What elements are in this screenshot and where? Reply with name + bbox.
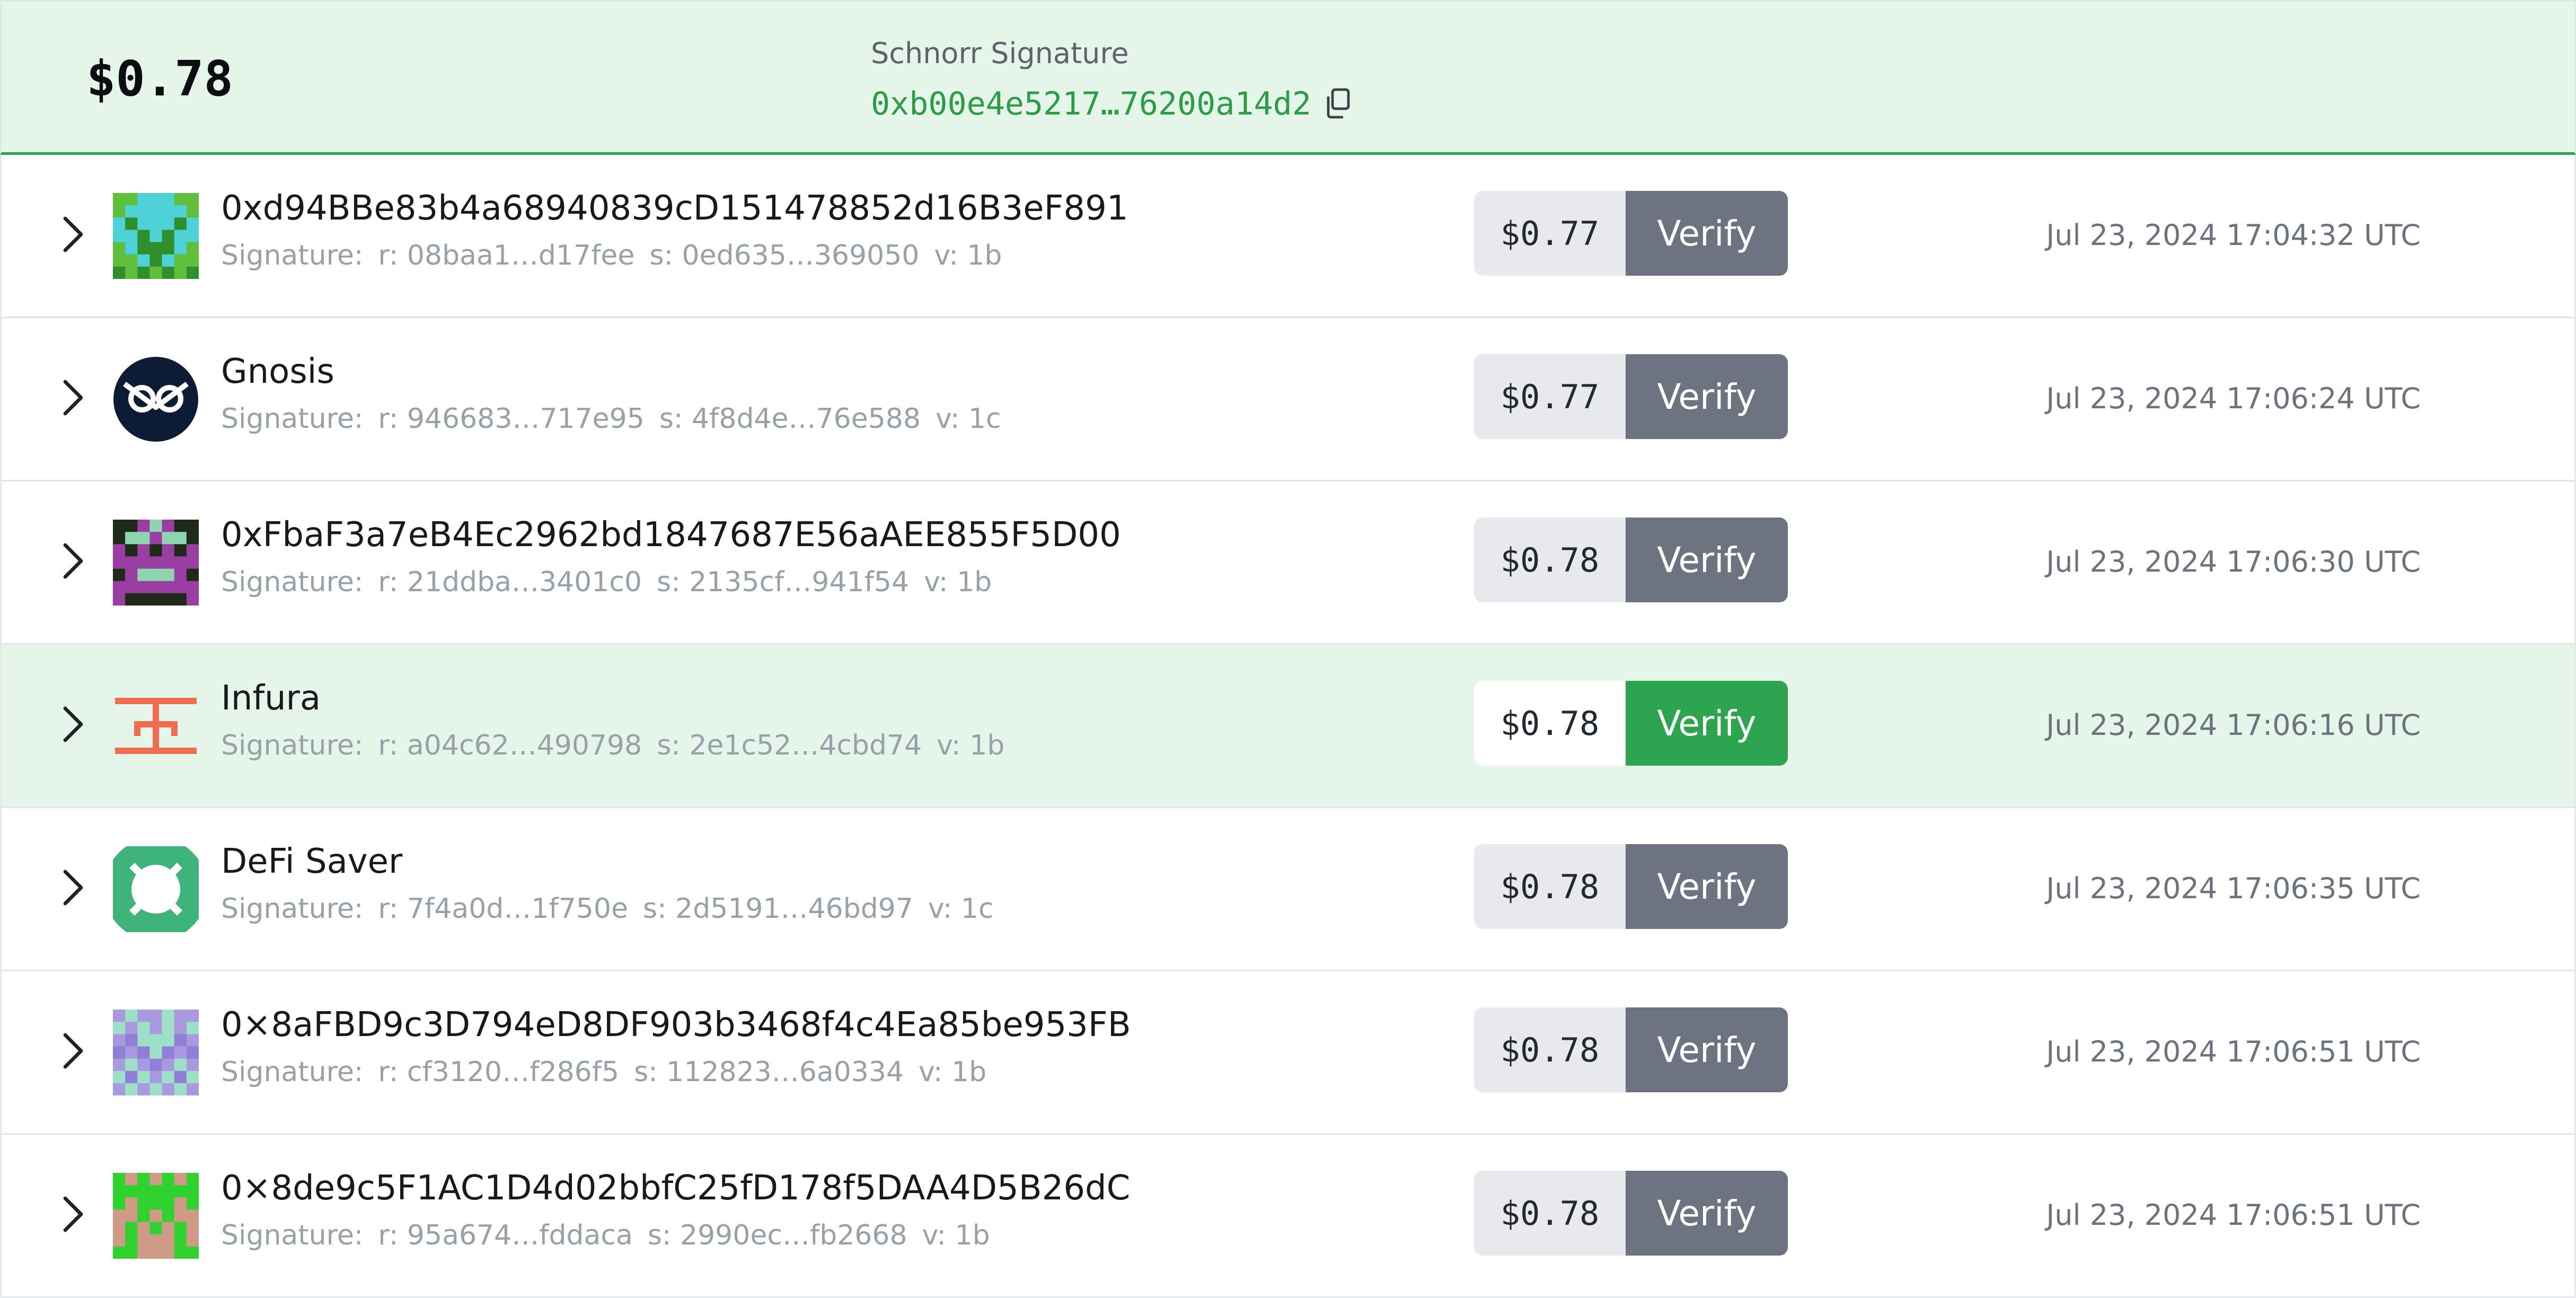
- verify-button[interactable]: Verify: [1626, 681, 1788, 766]
- aggregate-price: $0.78: [86, 50, 233, 107]
- chevron-right-icon[interactable]: [60, 214, 86, 255]
- signature-detail: Signature: r: cf3120…f286f5 s: 112823…6a03…: [221, 1056, 1001, 1088]
- signature-prefix: Signature:: [221, 403, 364, 435]
- signature-prefix: Signature:: [221, 566, 364, 598]
- schnorr-signature-value: 0xb00e4e5217…76200a14d2: [871, 85, 1311, 122]
- signature-r: r: 21ddba…3401c0: [378, 566, 642, 598]
- signature-timestamp: Jul 23, 2024 17:06:30 UTC: [2046, 545, 2421, 578]
- signature-prefix: Signature:: [221, 1220, 364, 1251]
- aggregate-header: $0.78 Schnorr Signature 0xb00e4e5217…762…: [0, 0, 2576, 155]
- signature-prefix: Signature:: [221, 240, 364, 271]
- chevron-right-icon[interactable]: [60, 1194, 86, 1234]
- signature-r: r: 946683…717e95: [378, 403, 645, 435]
- identicon-purple-dark-avatar: [113, 520, 199, 606]
- signature-v: v: 1b: [934, 240, 1002, 271]
- signature-timestamp: Jul 23, 2024 17:06:16 UTC: [2046, 708, 2421, 742]
- signature-detail: Signature: r: 7f4a0d…1f750e s: 2d5191…46bd…: [221, 893, 1009, 925]
- signer-name: 0xd94BBe83b4a68940839cD151478852d16B3eF8…: [221, 189, 1128, 228]
- signer-name: 0×8de9c5F1AC1D4d02bbfC25fD178f5DAA4D5B26…: [221, 1169, 1131, 1208]
- signature-label: Schnorr Signature: [871, 37, 1129, 70]
- signature-v: v: 1c: [935, 403, 1001, 435]
- price-verify-group: $0.78 Verify: [1474, 681, 1788, 766]
- signature-r: r: a04c62…490798: [378, 730, 642, 761]
- verify-button[interactable]: Verify: [1626, 1007, 1788, 1092]
- signer-price: $0.77: [1474, 354, 1626, 439]
- signature-s: s: 0ed635…369050: [649, 240, 920, 271]
- identicon-green-cyan-avatar: [113, 193, 199, 279]
- verify-button[interactable]: Verify: [1626, 844, 1788, 929]
- signer-row-7: 0×8de9c5F1AC1D4d02bbfC25fD178f5DAA4D5B26…: [0, 1135, 2576, 1298]
- signature-detail: Signature: r: 95a674…fddaca s: 2990ec…fb26…: [221, 1220, 1005, 1251]
- copy-icon[interactable]: [1324, 88, 1354, 120]
- chevron-right-icon[interactable]: [60, 867, 86, 908]
- signature-prefix: Signature:: [221, 1056, 364, 1088]
- signature-v: v: 1c: [928, 893, 994, 925]
- signature-r: r: cf3120…f286f5: [378, 1056, 620, 1088]
- signature-r: r: 08baa1…d17fee: [378, 240, 635, 271]
- signer-row-2: Gnosis Signature: r: 946683…717e95 s: 4f8d…: [0, 318, 2576, 481]
- signature-s: s: 2990ec…fb2668: [647, 1220, 907, 1251]
- signature-timestamp: Jul 23, 2024 17:06:51 UTC: [2046, 1035, 2421, 1068]
- gnosis-owl-logo: [113, 356, 199, 442]
- signer-price: $0.78: [1474, 1171, 1626, 1256]
- signer-row-3: 0xFbaF3a7eB4Ec2962bd1847687E56aAEE855F5D…: [0, 481, 2576, 645]
- signer-price: $0.78: [1474, 844, 1626, 929]
- signature-r: r: 7f4a0d…1f750e: [378, 893, 628, 925]
- signer-name: 0×8aFBD9c3D794eD8DF903b3468f4c4Ea85be953…: [221, 1005, 1131, 1045]
- signer-row-5: DeFi Saver Signature: r: 7f4a0d…1f750e s: …: [0, 808, 2576, 971]
- defi-saver-lifebuoy-logo: [113, 846, 199, 932]
- identicon-lavender-mint-avatar: [113, 1010, 199, 1095]
- signer-row-4: Infura Signature: r: a04c62…490798 s: 2e1c…: [0, 645, 2576, 808]
- signature-v: v: 1b: [937, 730, 1005, 761]
- signature-v: v: 1b: [924, 566, 992, 598]
- price-verify-group: $0.78 Verify: [1474, 1171, 1788, 1256]
- signature-prefix: Signature:: [221, 730, 364, 761]
- signer-row-1: 0xd94BBe83b4a68940839cD151478852d16B3eF8…: [0, 155, 2576, 318]
- price-verify-group: $0.78 Verify: [1474, 1007, 1788, 1092]
- chevron-right-icon[interactable]: [60, 378, 86, 418]
- signature-timestamp: Jul 23, 2024 17:06:35 UTC: [2046, 872, 2421, 905]
- infura-logo: [113, 683, 199, 769]
- signer-name: DeFi Saver: [221, 842, 403, 881]
- verify-button[interactable]: Verify: [1626, 518, 1788, 602]
- oracle-signatures-panel: $0.78 Schnorr Signature 0xb00e4e5217…762…: [0, 0, 2576, 1298]
- identicon-green-pink-avatar: [113, 1173, 199, 1259]
- signature-detail: Signature: r: 946683…717e95 s: 4f8d4e…76e5…: [221, 403, 1016, 435]
- signature-prefix: Signature:: [221, 893, 364, 925]
- signer-name: Infura: [221, 679, 321, 718]
- verify-button[interactable]: Verify: [1626, 354, 1788, 439]
- signer-row-6: 0×8aFBD9c3D794eD8DF903b3468f4c4Ea85be953…: [0, 971, 2576, 1135]
- price-verify-group: $0.78 Verify: [1474, 844, 1788, 929]
- verify-button[interactable]: Verify: [1626, 191, 1788, 276]
- verify-button[interactable]: Verify: [1626, 1171, 1788, 1256]
- signature-s: s: 2e1c52…4cbd74: [657, 730, 922, 761]
- signature-v: v: 1b: [922, 1220, 990, 1251]
- signer-price: $0.77: [1474, 191, 1626, 276]
- price-verify-group: $0.78 Verify: [1474, 518, 1788, 602]
- chevron-right-icon[interactable]: [60, 704, 86, 744]
- signature-v: v: 1b: [919, 1056, 987, 1088]
- signature-s: s: 2d5191…46bd97: [642, 893, 913, 925]
- price-verify-group: $0.77 Verify: [1474, 354, 1788, 439]
- signature-s: s: 2135cf…941f54: [656, 566, 910, 598]
- signature-detail: Signature: r: 08baa1…d17fee s: 0ed635…3690…: [221, 240, 1017, 271]
- signer-price: $0.78: [1474, 518, 1626, 602]
- signature-s: s: 4f8d4e…76e588: [659, 403, 921, 435]
- chevron-right-icon[interactable]: [60, 1031, 86, 1071]
- signature-timestamp: Jul 23, 2024 17:04:32 UTC: [2046, 218, 2421, 252]
- signature-timestamp: Jul 23, 2024 17:06:51 UTC: [2046, 1198, 2421, 1232]
- signer-price: $0.78: [1474, 1007, 1626, 1092]
- chevron-right-icon[interactable]: [60, 541, 86, 581]
- signature-detail: Signature: r: 21ddba…3401c0 s: 2135cf…941f…: [221, 566, 1007, 598]
- signature-s: s: 112823…6a0334: [634, 1056, 904, 1088]
- price-verify-group: $0.77 Verify: [1474, 191, 1788, 276]
- signature-line: 0xb00e4e5217…76200a14d2: [871, 85, 1354, 122]
- signature-detail: Signature: r: a04c62…490798 s: 2e1c52…4cbd…: [221, 730, 1019, 761]
- signer-name: 0xFbaF3a7eB4Ec2962bd1847687E56aAEE855F5D…: [221, 515, 1121, 555]
- signature-r: r: 95a674…fddaca: [378, 1220, 633, 1251]
- signer-name: Gnosis: [221, 352, 334, 391]
- signer-price: $0.78: [1474, 681, 1626, 766]
- signature-timestamp: Jul 23, 2024 17:06:24 UTC: [2046, 382, 2421, 415]
